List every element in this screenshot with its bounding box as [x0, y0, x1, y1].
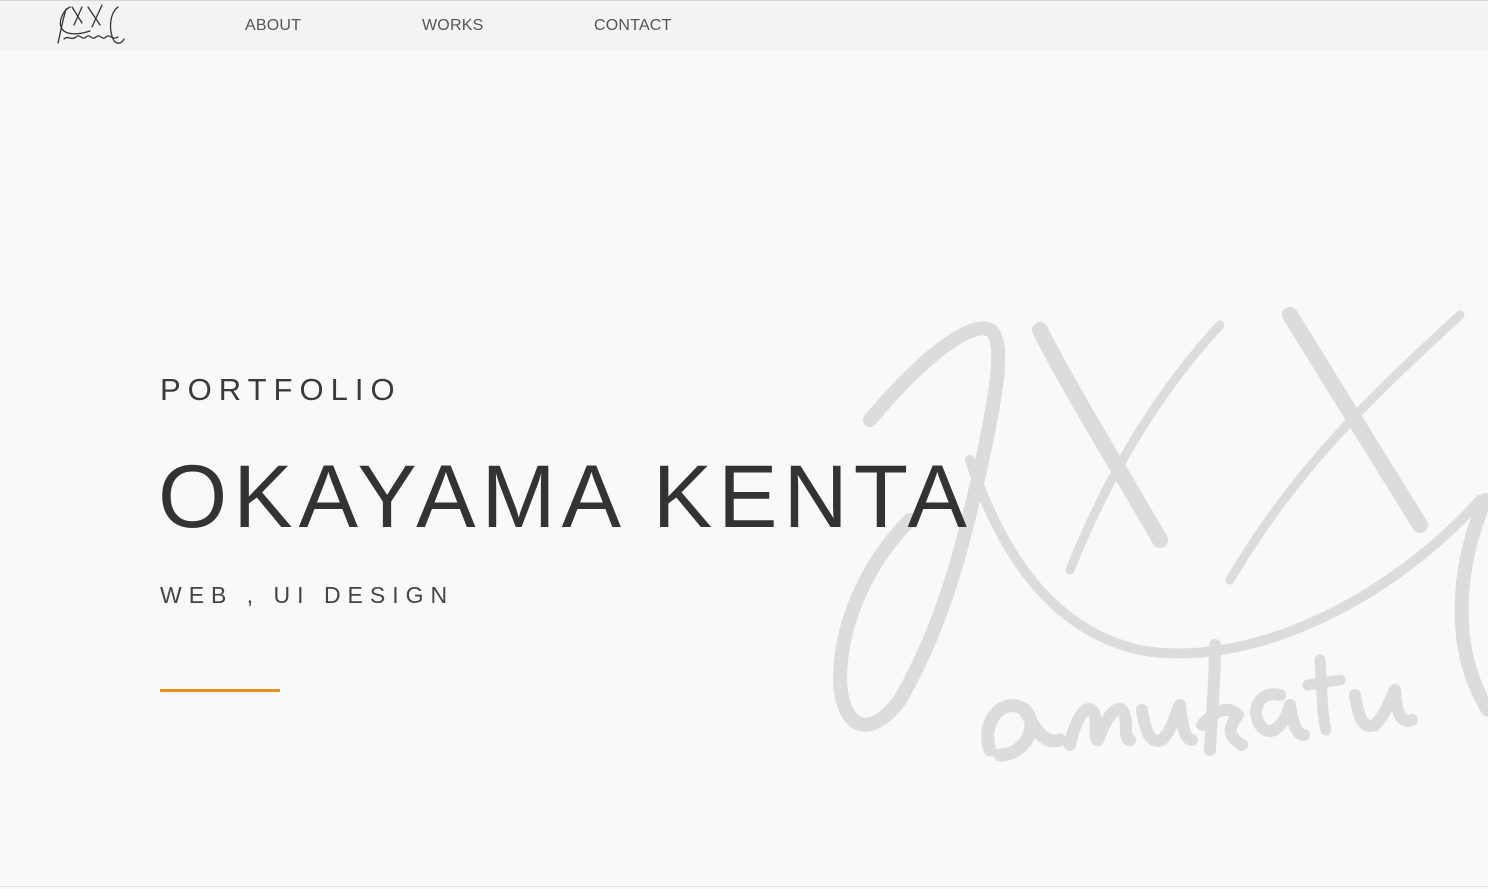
accent-divider [160, 689, 280, 692]
hero-subtitle: WEB , UI DESIGN [160, 582, 455, 608]
signature-logo-icon[interactable] [52, 3, 128, 49]
section-divider [0, 886, 1488, 887]
nav-about-link[interactable]: ABOUT [245, 17, 301, 35]
nav-contact-link[interactable]: CONTACT [594, 17, 672, 35]
hero-eyebrow: PORTFOLIO [160, 372, 402, 407]
site-header: ABOUT WORKS CONTACT [0, 0, 1488, 51]
nav-works-link[interactable]: WORKS [422, 17, 483, 35]
page-title: OKAYAMA KENTA [158, 446, 973, 546]
page: ABOUT WORKS CONTACT PORTFOLIO OKAYAMA KE… [0, 0, 1488, 889]
